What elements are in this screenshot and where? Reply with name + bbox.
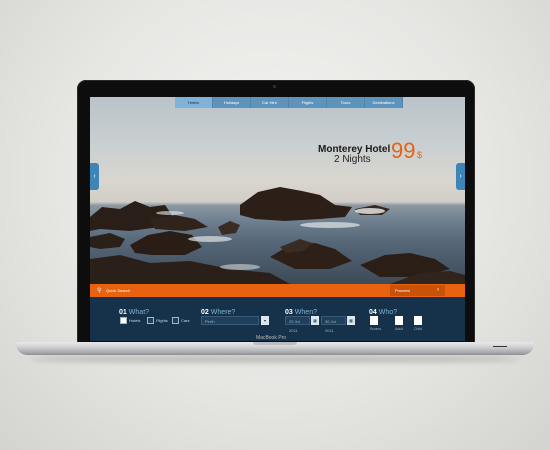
step-who-label: Who? xyxy=(378,309,398,316)
calendar-icon: ▦ xyxy=(313,318,317,323)
hotels-checkbox[interactable] xyxy=(120,317,127,324)
slider-next-button[interactable]: › xyxy=(456,163,465,190)
quick-search-bar: ⚲ Quick Search Proceed › xyxy=(90,284,465,297)
tab-flights[interactable]: Flights xyxy=(289,97,327,108)
slider-prev-button[interactable]: ‹ xyxy=(90,163,99,190)
cars-option-label: Cars xyxy=(181,318,190,323)
child-select[interactable] xyxy=(414,316,422,325)
step-when-number: 03 xyxy=(285,309,293,316)
step-who-number: 04 xyxy=(369,309,377,316)
date-to-calendar-button[interactable]: ▦ xyxy=(347,316,355,325)
camera-icon xyxy=(273,85,276,88)
adult-label: Adult xyxy=(395,327,403,331)
rooms-label: Rooms xyxy=(370,327,382,331)
promo-currency: $ xyxy=(417,150,423,160)
tab-hotels[interactable]: Hotels xyxy=(175,97,213,108)
sleep-indicator-light xyxy=(493,346,507,347)
tab-tours[interactable]: Tours xyxy=(327,97,365,108)
flights-option-label: Flights xyxy=(156,318,168,323)
promo-price: 99 xyxy=(391,138,416,163)
search-icon: ⚲ xyxy=(97,288,102,294)
where-dropdown-button[interactable]: ▾ xyxy=(261,316,269,325)
proceed-label: Proceed xyxy=(395,288,410,293)
hero-image: Hotels Holidays Car Hire Flights Tours D… xyxy=(90,97,465,284)
chevron-right-icon: › xyxy=(437,287,439,293)
tab-destinations[interactable]: Destinations xyxy=(365,97,403,108)
seascape-illustration xyxy=(90,187,465,284)
chevron-right-icon: › xyxy=(459,173,462,180)
step-when-label: When? xyxy=(294,309,317,316)
rooms-select[interactable] xyxy=(370,316,378,325)
child-label: Child xyxy=(414,327,422,331)
where-input[interactable]: Perth xyxy=(201,316,259,325)
hotels-option-label: Hotels xyxy=(129,318,141,323)
step-where-label: Where? xyxy=(210,309,236,316)
chevron-left-icon: ‹ xyxy=(93,173,96,180)
proceed-button[interactable]: Proceed › xyxy=(390,285,445,296)
promo-nights: 2 Nights xyxy=(334,154,371,165)
tab-holidays[interactable]: Holidays xyxy=(213,97,251,108)
laptop-screen: Hotels Holidays Car Hire Flights Tours D… xyxy=(90,97,465,341)
date-from-input[interactable]: 20 Jul 2011 xyxy=(285,316,310,333)
step-what-number: 01 xyxy=(119,309,127,316)
laptop-shadow xyxy=(30,355,520,363)
quick-search-label: Quick Search xyxy=(106,288,131,293)
laptop-notch xyxy=(253,342,297,345)
calendar-icon: ▦ xyxy=(349,318,353,323)
adult-select[interactable] xyxy=(395,316,403,325)
date-from-calendar-button[interactable]: ▦ xyxy=(311,316,319,325)
step-what-label: What? xyxy=(128,309,150,316)
laptop-brand-label: MacBook Pro xyxy=(256,335,287,341)
top-navigation: Hotels Holidays Car Hire Flights Tours D… xyxy=(175,97,403,108)
tab-car-hire[interactable]: Car Hire xyxy=(251,97,289,108)
flights-checkbox[interactable] xyxy=(147,317,154,324)
step-where-number: 02 xyxy=(201,309,209,316)
chevron-down-icon: ▾ xyxy=(263,318,266,323)
date-to-input[interactable]: 30 Jul 2011 xyxy=(321,316,346,333)
cars-checkbox[interactable] xyxy=(172,317,179,324)
